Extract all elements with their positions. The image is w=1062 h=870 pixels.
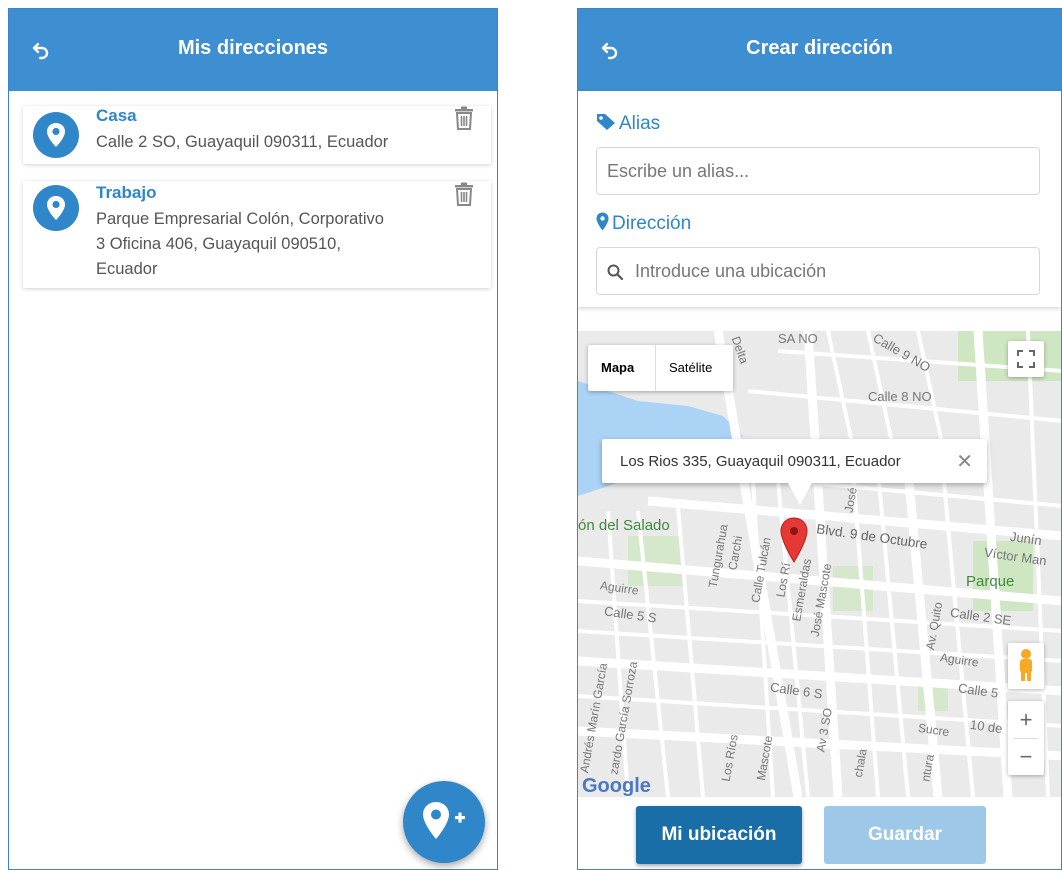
street-label: SA NO (778, 331, 818, 346)
close-icon[interactable]: ✕ (956, 449, 973, 474)
address-text: Parque Empresarial Colón, Corporativo 3 … (96, 207, 441, 282)
address-line: Calle 2 SO, Guayaquil 090311, Ecuador (96, 133, 389, 151)
street-view-button[interactable] (1008, 643, 1044, 689)
address-card[interactable]: Trabajo Parque Empresarial Colón, Corpor… (23, 181, 491, 288)
location-pin-icon (596, 212, 609, 231)
divider (655, 345, 656, 391)
fullscreen-icon (1017, 350, 1035, 368)
google-logo: Google (582, 775, 651, 797)
address-line: Parque Empresarial Colón, Corporativo (96, 210, 384, 228)
location-pin-icon (33, 112, 79, 158)
direccion-label: Dirección (596, 212, 691, 235)
page-title: Crear dirección (746, 37, 893, 59)
map-marker-icon[interactable] (780, 517, 808, 563)
address-text: Calle 2 SO, Guayaquil 090311, Ecuador (96, 130, 441, 155)
zoom-control: + − (1008, 701, 1044, 775)
alias-label: Alias (596, 113, 660, 135)
app-bar: Mis direcciones (9, 9, 497, 91)
address-form: Alias Escribe un alias... Dirección Intr… (578, 91, 1061, 307)
info-window: Los Rios 335, Guayaquil 090311, Ecuador … (602, 439, 987, 505)
street-label: ón del Salado (578, 517, 670, 534)
address-alias: Casa (96, 106, 137, 125)
address-alias: Trabajo (96, 183, 157, 202)
alias-input[interactable]: Escribe un alias... (596, 147, 1040, 195)
street-label: Calle 8 NO (868, 389, 932, 404)
location-pin-icon (33, 185, 79, 231)
address-line: Ecuador (96, 260, 158, 278)
info-window-tail (788, 483, 812, 505)
street-label: Parque (966, 573, 1015, 590)
map-type-control: Mapa Satélite (588, 345, 733, 391)
pegman-icon (1020, 649, 1032, 681)
trash-icon[interactable] (453, 106, 475, 130)
map-type-satellite[interactable]: Satélite (669, 360, 712, 375)
tag-icon (597, 114, 615, 130)
fullscreen-button[interactable] (1008, 341, 1044, 377)
address-line: 3 Oficina 406, Guayaquil 090510, (96, 235, 341, 253)
guardar-button[interactable]: Guardar (824, 806, 986, 864)
trash-icon[interactable] (453, 182, 475, 206)
page-title: Mis direcciones (177, 37, 329, 59)
add-location-icon (423, 802, 465, 839)
add-address-button[interactable] (403, 781, 485, 863)
address-card[interactable]: Casa Calle 2 SO, Guayaquil 090311, Ecuad… (23, 106, 491, 164)
search-icon (607, 264, 623, 280)
mi-ubicacion-button[interactable]: Mi ubicación (636, 806, 802, 864)
map-type-mapa[interactable]: Mapa (601, 360, 634, 375)
direccion-input[interactable]: Introduce una ubicación (596, 247, 1040, 295)
map-view[interactable]: SA NO Calle 9 NO Calle 8 NO Delta ón del… (578, 331, 1061, 797)
info-window-address: Los Rios 335, Guayaquil 090311, Ecuador (620, 453, 901, 470)
zoom-out-button[interactable]: − (1008, 738, 1044, 775)
zoom-in-button[interactable]: + (1008, 701, 1044, 738)
app-bar: Crear dirección (578, 9, 1061, 91)
crear-direccion-screen: Crear dirección Alias Escribe un alias..… (577, 8, 1062, 870)
mis-direcciones-screen: Mis direcciones Casa Calle 2 SO, Guayaqu… (8, 8, 498, 870)
